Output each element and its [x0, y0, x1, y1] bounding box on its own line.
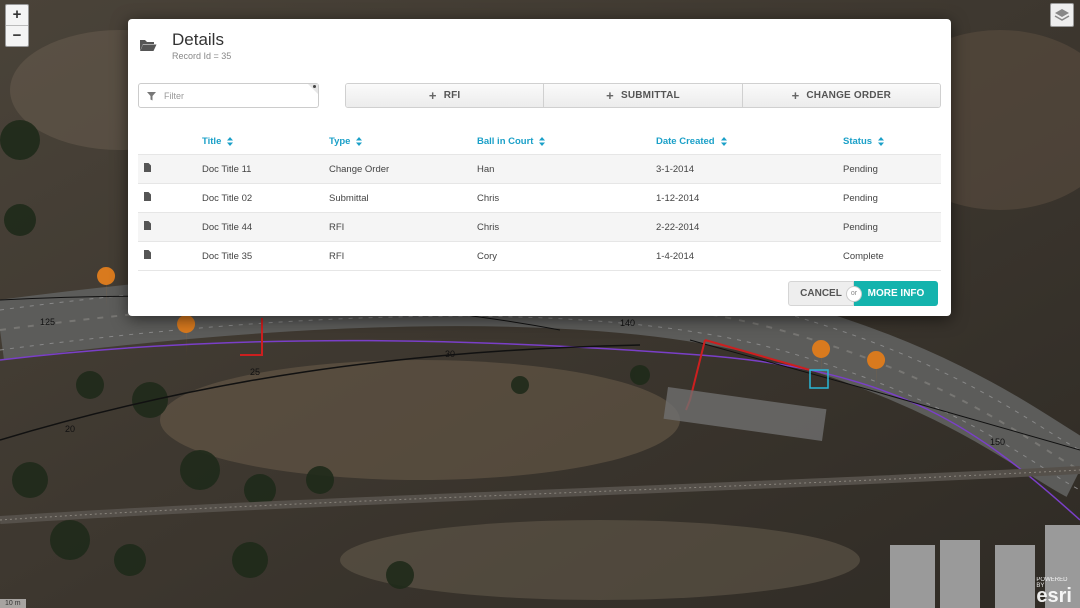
cell-status: Complete — [842, 241, 941, 271]
row-icon-cell — [138, 241, 201, 271]
column-type-label: Type — [329, 136, 351, 147]
svg-text:150: 150 — [990, 437, 1005, 447]
add-submittal-label: SUBMITTAL — [620, 90, 680, 101]
cell-date-created: 1-12-2014 — [655, 183, 842, 213]
column-ball-in-court[interactable]: Ball in Court — [476, 129, 655, 155]
cell-type: Submittal — [328, 183, 476, 213]
row-icon-cell — [138, 183, 201, 213]
layers-button[interactable] — [1050, 3, 1074, 27]
folder-open-icon — [140, 40, 157, 51]
add-rfi-label: RFI — [443, 90, 461, 101]
sort-icon — [356, 136, 363, 146]
cell-type: RFI — [328, 241, 476, 271]
document-icon — [144, 192, 151, 201]
plus-icon: + — [791, 88, 800, 103]
cell-title: Doc Title 44 — [201, 212, 328, 242]
table-row[interactable]: Doc Title 44 RFI Chris 2-22-2014 Pending — [138, 212, 941, 242]
cell-type: RFI — [328, 212, 476, 242]
details-modal: Details Record Id = 35 Filter + RFI + SU… — [128, 19, 951, 316]
cell-status: Pending — [842, 183, 941, 213]
column-status-label: Status — [843, 136, 873, 147]
document-icon — [144, 163, 151, 172]
more-info-button[interactable]: MORE INFO — [854, 281, 938, 306]
modal-footer: CANCEL or MORE INFO — [788, 281, 938, 306]
cell-title: Doc Title 11 — [201, 154, 328, 184]
column-date-created[interactable]: Date Created — [655, 129, 842, 155]
cell-ball-in-court: Chris — [476, 183, 655, 213]
or-separator: or — [846, 285, 862, 302]
column-type[interactable]: Type — [328, 129, 476, 155]
sort-icon — [720, 136, 727, 146]
table-row[interactable]: Doc Title 11 Change Order Han 3-1-2014 P… — [138, 154, 941, 184]
cell-ball-in-court: Han — [476, 154, 655, 184]
cell-status: Pending — [842, 154, 941, 184]
zoom-in-button[interactable]: + — [6, 5, 28, 25]
zoom-control: + − — [5, 4, 29, 47]
column-title-label: Title — [202, 136, 222, 147]
cell-title: Doc Title 02 — [201, 183, 328, 213]
add-change-order-label: CHANGE ORDER — [806, 90, 892, 101]
sort-icon — [878, 136, 885, 146]
cell-date-created: 3-1-2014 — [655, 154, 842, 184]
filter-icon — [147, 92, 156, 101]
sort-icon — [227, 136, 234, 146]
cancel-button[interactable]: CANCEL — [788, 281, 854, 306]
documents-table: Title Type Ball in Court Date Created St… — [138, 129, 941, 271]
column-date-created-label: Date Created — [656, 136, 715, 147]
esri-powered-by: POWERED BY — [1036, 577, 1068, 589]
sort-icon — [539, 136, 546, 146]
row-icon-cell — [138, 154, 201, 184]
svg-text:125: 125 — [40, 317, 55, 327]
table-row[interactable]: Doc Title 02 Submittal Chris 1-12-2014 P… — [138, 183, 941, 213]
esri-logo: POWERED BY esri — [1036, 577, 1072, 608]
cell-date-created: 1-4-2014 — [655, 241, 842, 271]
cell-type: Change Order — [328, 154, 476, 184]
cell-ball-in-court: Chris — [476, 212, 655, 242]
cell-status: Pending — [842, 212, 941, 242]
cell-title: Doc Title 35 — [201, 241, 328, 271]
document-icon — [144, 250, 151, 259]
column-title[interactable]: Title — [201, 129, 328, 155]
record-id: Record Id = 35 — [172, 51, 232, 61]
cell-date-created: 2-22-2014 — [655, 212, 842, 242]
svg-text:20: 20 — [65, 424, 75, 434]
row-icon-cell — [138, 212, 201, 242]
svg-text:140: 140 — [620, 318, 635, 328]
document-icon — [144, 221, 151, 230]
svg-text:30: 30 — [445, 349, 455, 359]
add-rfi-button[interactable]: + RFI — [346, 84, 544, 107]
zoom-out-button[interactable]: − — [6, 25, 28, 46]
map-scale: 10 m — [0, 599, 26, 608]
icon-column — [138, 129, 201, 155]
plus-icon: + — [606, 88, 614, 103]
layers-icon — [1054, 9, 1070, 21]
column-ball-in-court-label: Ball in Court — [477, 136, 534, 147]
add-submittal-button[interactable]: + SUBMITTAL — [543, 84, 742, 107]
add-change-order-button[interactable]: + CHANGE ORDER — [741, 84, 940, 107]
filter-placeholder: Filter — [164, 91, 184, 101]
cell-ball-in-court: Cory — [476, 241, 655, 271]
column-status[interactable]: Status — [842, 129, 941, 155]
modal-title: Details — [172, 30, 224, 49]
create-actions: + RFI + SUBMITTAL + CHANGE ORDER — [345, 83, 941, 108]
filter-corner-icon — [308, 84, 318, 94]
table-row[interactable]: Doc Title 35 RFI Cory 1-4-2014 Complete — [138, 241, 941, 271]
svg-text:25: 25 — [250, 367, 260, 377]
plus-icon: + — [428, 88, 437, 103]
filter-input[interactable]: Filter — [138, 83, 319, 108]
